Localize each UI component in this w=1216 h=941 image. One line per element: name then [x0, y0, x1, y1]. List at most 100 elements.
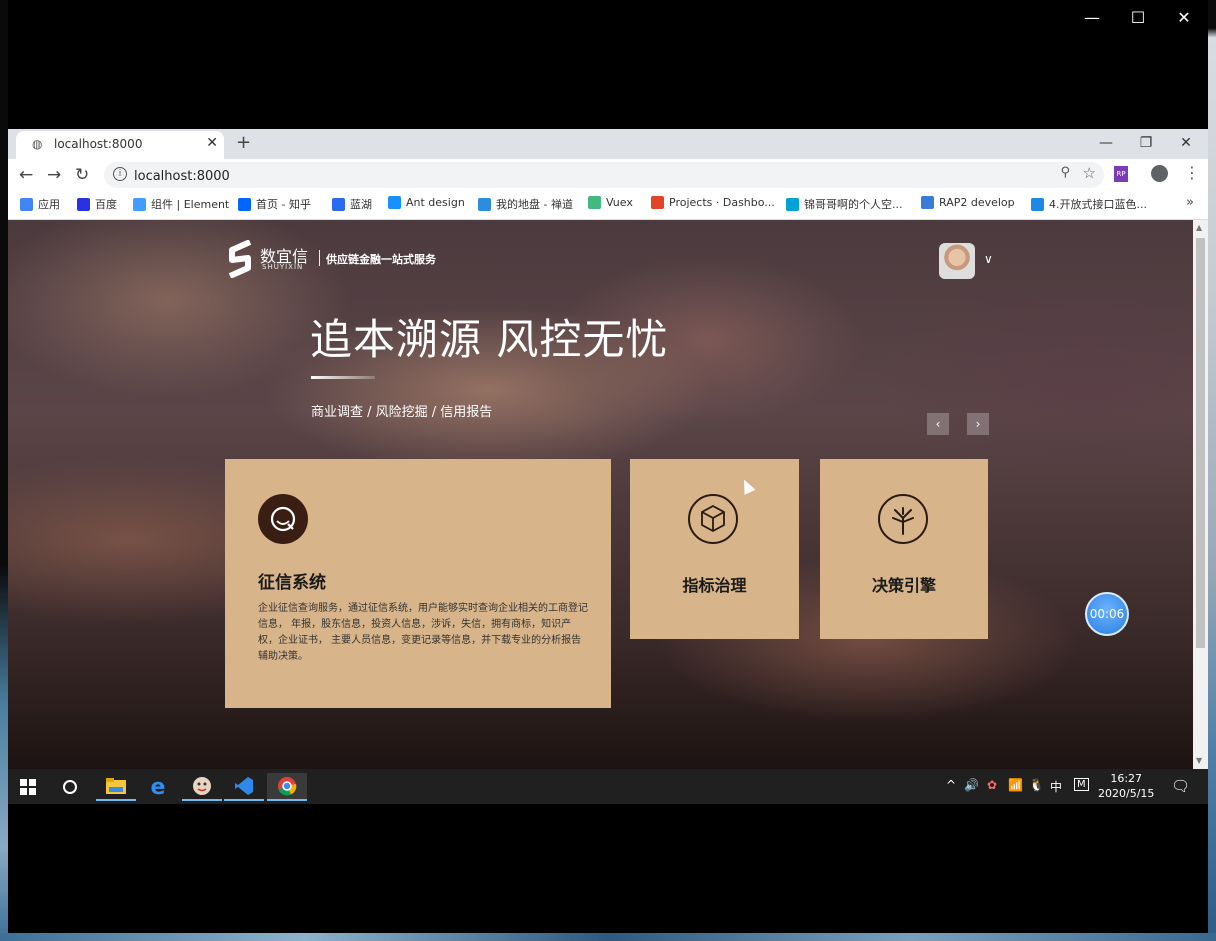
card-credit-system[interactable]: 征信系统 企业征信查询服务，通过征信系统，用户能够实时查询企业相关的工商登记信息…: [225, 459, 611, 708]
avatar[interactable]: [939, 243, 975, 279]
bookmark-item[interactable]: 首页 - 知乎: [238, 196, 311, 212]
bookmark-item[interactable]: 百度: [77, 196, 117, 212]
desktop-edge-bottom: [0, 933, 1216, 941]
wifi-icon[interactable]: 📶: [1008, 778, 1023, 792]
page-scrollbar[interactable]: ▲ ▼: [1193, 220, 1208, 769]
vscode-icon[interactable]: [224, 773, 264, 801]
bookmark-item[interactable]: Ant design: [388, 196, 465, 209]
apps-icon: [20, 197, 33, 211]
extension-icon[interactable]: RP: [1114, 166, 1128, 182]
site-slogan: 供应链金融一站式服务: [326, 253, 436, 266]
scroll-down-icon[interactable]: ▼: [1196, 756, 1202, 765]
address-bar[interactable]: i ⚲ ☆: [104, 162, 1104, 188]
ant-design-icon: [388, 196, 401, 209]
windows-start-icon[interactable]: [8, 773, 48, 801]
bookmark-item[interactable]: 锦哥哥啊的个人空...: [786, 196, 903, 212]
hero-title: 追本溯源 风控无忧: [310, 315, 669, 364]
bookmarks-more-button[interactable]: »: [1186, 195, 1194, 210]
zhihu-icon: [238, 197, 251, 211]
browser-window: ◍ localhost:8000 ✕ + — ❐ ✕ ← → ↻ i ⚲ ☆ R…: [8, 129, 1208, 769]
bookmark-item[interactable]: RAP2 develop: [921, 196, 1015, 209]
card-decision-engine[interactable]: 决策引擎: [820, 459, 988, 639]
scrollbar-thumb[interactable]: [1196, 238, 1205, 648]
taskbar: e ^ 🔊 ✿ 📶 🐧 中 M 16:27 2020/5/15 🗨: [8, 769, 1208, 804]
card-title: 指标治理: [682, 576, 747, 595]
logo-mark-icon[interactable]: [226, 240, 254, 278]
carousel-prev-button[interactable]: ‹: [927, 413, 949, 435]
hero-underline: [311, 376, 375, 379]
lanhu-icon: [332, 197, 345, 211]
outer-close-button[interactable]: ✕: [1161, 4, 1207, 30]
browser-toolbar: ← → ↻ i ⚲ ☆ RP ⋮: [8, 159, 1208, 191]
page-viewport: 数宜信 SHUYIXIN 供应链金融一站式服务 ∨ 追本溯源 风控无忧 商业调查…: [8, 220, 1193, 769]
api-doc-icon: [1031, 197, 1044, 211]
clock-time: 16:27: [1110, 772, 1143, 785]
notification-icon[interactable]: 🗨: [1171, 777, 1190, 795]
chevron-down-icon[interactable]: ∨: [984, 252, 993, 266]
volume-icon[interactable]: 🔊: [964, 778, 979, 792]
vue-icon: [588, 196, 601, 209]
qq-icon[interactable]: 🐧: [1029, 778, 1044, 792]
bookmark-item[interactable]: 4.开放式接口蓝色...: [1031, 196, 1147, 212]
card-indicator-governance[interactable]: 指标治理: [630, 459, 799, 639]
app-avatar-icon[interactable]: [182, 773, 222, 801]
tray-chevron-icon[interactable]: ^: [946, 778, 956, 792]
file-explorer-icon[interactable]: [96, 773, 136, 801]
bookmark-star-icon[interactable]: ☆: [1083, 164, 1096, 182]
search-icon: [258, 494, 308, 544]
outer-maximize-button[interactable]: ☐: [1115, 4, 1161, 30]
bookmarks-bar: 应用 百度 组件 | Element 首页 - 知乎 蓝湖 Ant design…: [8, 191, 1208, 220]
browser-minimize-button[interactable]: —: [1086, 131, 1126, 155]
timer-badge[interactable]: 00:06: [1085, 592, 1129, 636]
clock-date: 2020/5/15: [1098, 787, 1155, 800]
reload-button[interactable]: ↻: [75, 165, 89, 185]
back-button[interactable]: ←: [19, 165, 33, 185]
new-tab-button[interactable]: +: [236, 132, 251, 153]
rap2-icon: [921, 196, 934, 209]
zentao-icon: [478, 197, 491, 211]
decision-tree-icon: [878, 494, 928, 544]
bookmark-item[interactable]: 我的地盘 - 禅道: [478, 196, 573, 212]
zoom-icon[interactable]: ⚲: [1060, 165, 1070, 180]
tab-localhost[interactable]: ◍ localhost:8000 ✕: [16, 131, 224, 159]
search-cortana-icon[interactable]: [50, 773, 90, 801]
outer-minimize-button[interactable]: —: [1069, 4, 1115, 30]
input-method-indicator[interactable]: 中: [1050, 778, 1062, 795]
system-clock[interactable]: 16:27 2020/5/15: [1098, 771, 1154, 801]
edge-browser-icon[interactable]: e: [138, 773, 178, 801]
logo-subtext: SHUYIXIN: [262, 263, 304, 271]
tray-app-icon[interactable]: ✿: [987, 778, 997, 792]
browser-restore-button[interactable]: ❐: [1126, 131, 1166, 155]
bilibili-icon: [786, 197, 799, 211]
card-title: 征信系统: [258, 573, 326, 593]
carousel-next-button[interactable]: ›: [967, 413, 989, 435]
bookmark-item[interactable]: 应用: [20, 196, 60, 212]
bookmark-item[interactable]: Projects · Dashbo...: [651, 196, 775, 209]
baidu-icon: [77, 197, 90, 211]
tab-close-icon[interactable]: ✕: [206, 135, 218, 151]
desktop-edge-left: [0, 0, 8, 941]
scroll-up-icon[interactable]: ▲: [1196, 223, 1202, 232]
forward-button[interactable]: →: [47, 165, 61, 185]
card-description: 企业征信查询服务，通过征信系统，用户能够实时查询企业相关的工商登记信息， 年报，…: [258, 603, 588, 662]
chrome-icon[interactable]: [267, 773, 307, 801]
element-icon: [133, 197, 146, 211]
globe-icon: ◍: [32, 137, 43, 151]
hero-subtitle: 商业调查 / 风险挖掘 / 信用报告: [311, 405, 493, 420]
bookmark-item[interactable]: 蓝湖: [332, 196, 372, 212]
menu-icon[interactable]: ⋮: [1184, 163, 1200, 182]
browser-close-button[interactable]: ✕: [1166, 131, 1206, 155]
bookmark-item[interactable]: Vuex: [588, 196, 633, 209]
url-input[interactable]: [132, 165, 996, 187]
cube-icon: [688, 494, 738, 544]
desktop-edge-right: [1208, 0, 1216, 941]
logo-divider: [319, 250, 320, 266]
tab-title: localhost:8000: [54, 137, 143, 151]
card-title: 决策引擎: [871, 576, 936, 595]
info-icon[interactable]: i: [113, 167, 127, 181]
tab-strip: ◍ localhost:8000 ✕ + — ❐ ✕: [8, 129, 1208, 159]
profile-icon[interactable]: [1151, 165, 1168, 182]
tray-m-icon[interactable]: M: [1074, 778, 1089, 791]
gitlab-icon: [651, 196, 664, 209]
bookmark-item[interactable]: 组件 | Element: [133, 196, 229, 212]
